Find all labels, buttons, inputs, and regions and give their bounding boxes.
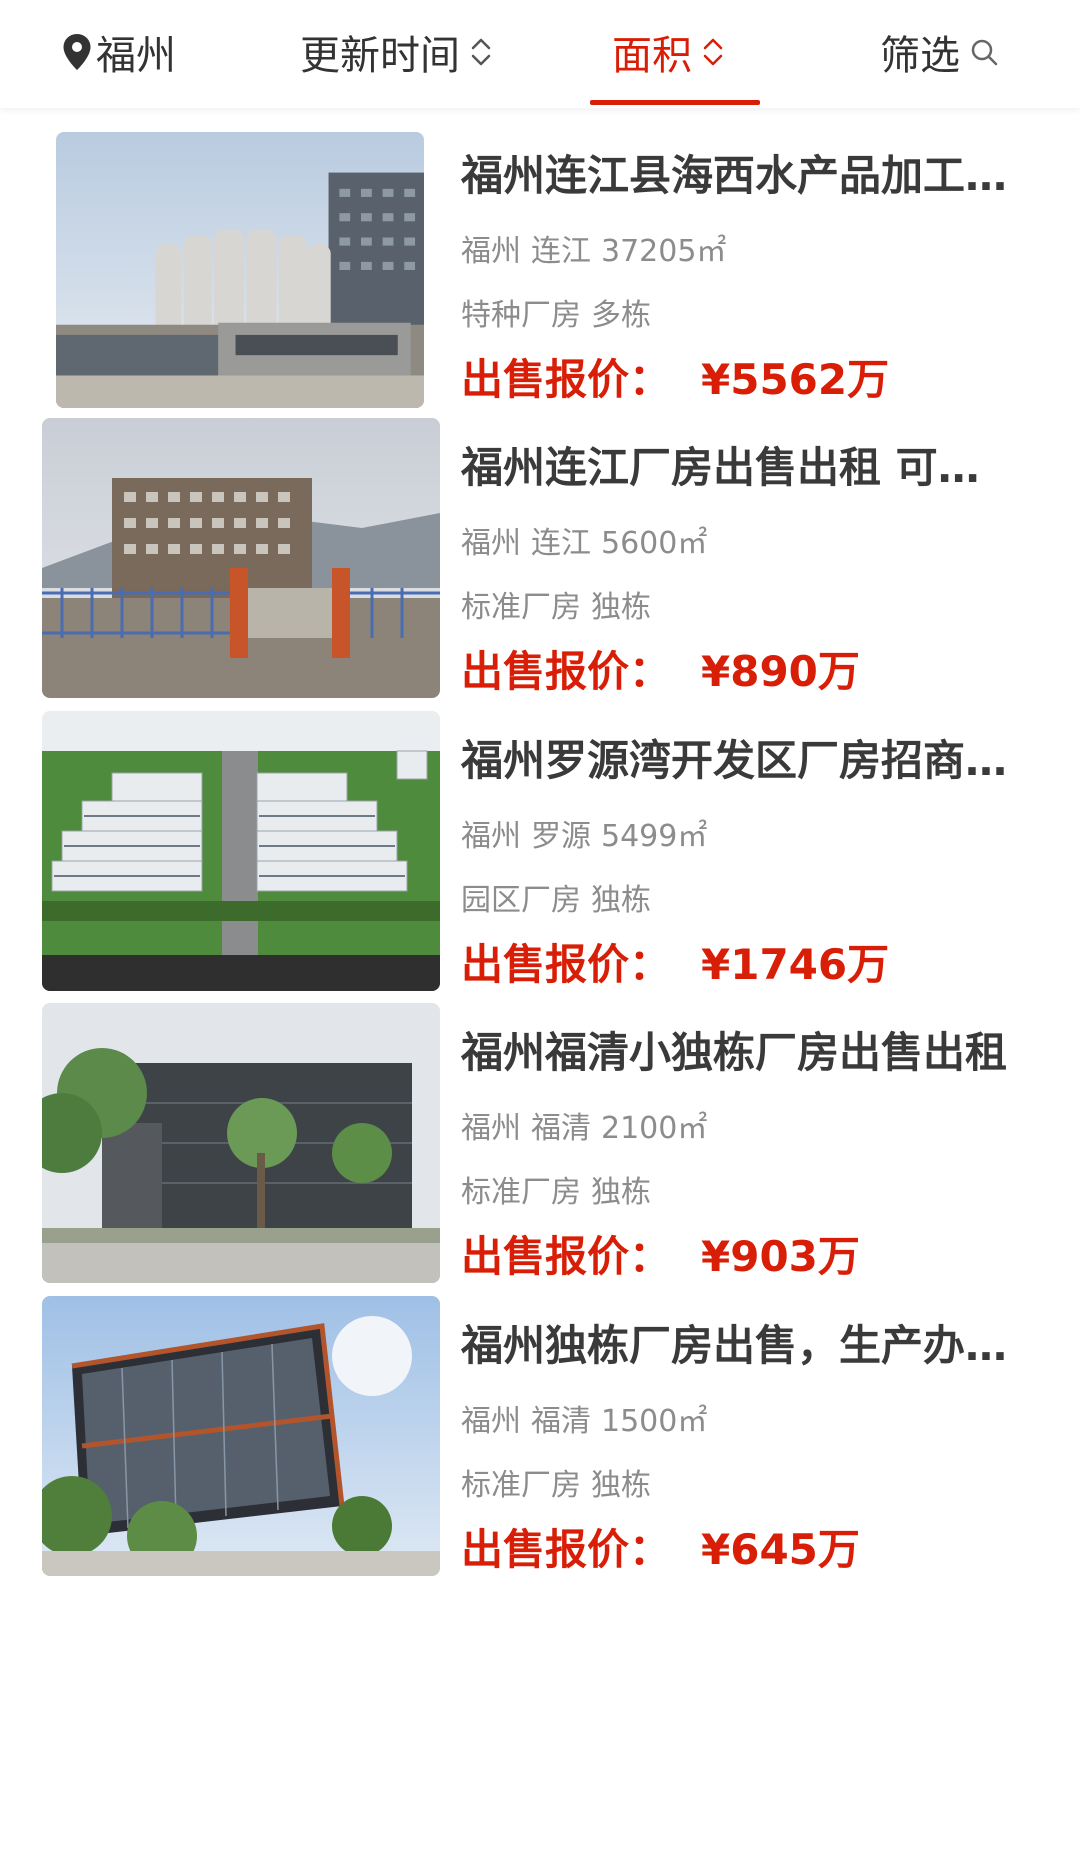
listing-title[interactable]: 福州连江厂房出售出租 可分租: [461, 442, 1021, 494]
listing-building-type: 标准厂房: [461, 590, 581, 625]
listing-area: 5499㎡: [601, 819, 708, 854]
price-amount: ¥903万: [701, 1232, 860, 1281]
filter-label: 筛选: [880, 33, 960, 79]
listing-type: 标准厂房 独栋: [461, 588, 1021, 628]
listing-city: 福州: [461, 1111, 521, 1146]
listing-building-count: 独栋: [591, 1175, 651, 1210]
listing-building-type: 标准厂房: [461, 1468, 581, 1503]
listing-type: 标准厂房 独栋: [461, 1173, 1021, 1213]
listing-building-count: 独栋: [591, 1468, 651, 1503]
listing-building-type: 园区厂房: [461, 883, 581, 918]
listing-card[interactable]: 福州独栋厂房出售，生产办公一体 福州福清 1500㎡ 标准厂房独栋 出售报价： ¥6…: [0, 1278, 1080, 1626]
listing-photo: [56, 132, 424, 408]
listing-photo: [42, 1003, 440, 1283]
price-label: 出售报价：: [461, 940, 672, 989]
listing-building-type: 特种厂房: [461, 298, 581, 333]
sort-by-update-time[interactable]: 更新时间: [300, 0, 492, 104]
filter-bar: 福州 更新时间 面积 筛选: [0, 0, 1080, 108]
listing-building-type: 标准厂房: [461, 1175, 581, 1210]
listing-title[interactable]: 福州罗源湾开发区厂房招商出售: [461, 735, 1021, 787]
listing-location: 福州 罗源 5499㎡: [461, 817, 1021, 857]
listing-type: 特种厂房 多栋: [461, 296, 1021, 336]
listing-location: 福州 连江 5600㎡: [461, 524, 1021, 564]
price-label: 出售报价：: [461, 355, 672, 404]
city-label: 福州: [96, 33, 176, 79]
listing-title[interactable]: 福州独栋厂房出售，生产办公一体: [461, 1320, 1021, 1372]
listing-area: 5600㎡: [601, 526, 708, 561]
sort-area-label: 面积: [612, 33, 692, 79]
listing-district: 连江: [531, 526, 591, 561]
listing-type: 园区厂房 独栋: [461, 881, 1021, 921]
listing-area: 2100㎡: [601, 1111, 708, 1146]
price-label: 出售报价：: [461, 1525, 672, 1574]
price-amount: ¥1746万: [701, 940, 890, 989]
price-amount: ¥5562万: [701, 355, 890, 404]
search-icon: [970, 38, 998, 66]
listing-area: 1500㎡: [601, 1404, 708, 1439]
listing-building-count: 独栋: [591, 590, 651, 625]
listing-district: 罗源: [531, 819, 591, 854]
listing-city: 福州: [461, 234, 521, 269]
location-pin-icon: [62, 33, 92, 71]
listing-price: 出售报价： ¥645万: [461, 1524, 860, 1576]
sort-time-label: 更新时间: [300, 33, 460, 79]
price-amount: ¥890万: [701, 647, 860, 696]
listing-location: 福州 福清 2100㎡: [461, 1109, 1021, 1149]
listing-location: 福州 福清 1500㎡: [461, 1402, 1021, 1442]
sort-by-area[interactable]: 面积: [612, 0, 724, 104]
listing-location: 福州 连江 37205㎡: [461, 232, 1021, 272]
listing-district: 福清: [531, 1111, 591, 1146]
listing-price: 出售报价： ¥5562万: [461, 354, 889, 406]
listing-photo: [42, 418, 440, 698]
listing-type: 标准厂房 独栋: [461, 1466, 1021, 1506]
listing-price: 出售报价： ¥890万: [461, 646, 860, 698]
price-amount: ¥645万: [701, 1525, 860, 1574]
filter-button[interactable]: 筛选: [880, 0, 998, 104]
city-selector[interactable]: 福州: [62, 0, 176, 104]
listing-city: 福州: [461, 526, 521, 561]
listing-title[interactable]: 福州福清小独栋厂房出售出租: [461, 1027, 1021, 1079]
listing-district: 福清: [531, 1404, 591, 1439]
listing-area: 37205㎡: [601, 234, 727, 269]
listing-photo: [42, 711, 440, 991]
listing-building-count: 多栋: [591, 298, 651, 333]
active-tab-indicator: [590, 100, 760, 105]
sort-updown-icon: [470, 35, 492, 69]
sort-updown-icon: [702, 35, 724, 69]
listing-district: 连江: [531, 234, 591, 269]
listing-city: 福州: [461, 1404, 521, 1439]
listing-price: 出售报价： ¥1746万: [461, 939, 889, 991]
listing-photo: [42, 1296, 440, 1576]
listing-title[interactable]: 福州连江县海西水产品加工厂房出售: [461, 150, 1021, 202]
listing-building-count: 独栋: [591, 883, 651, 918]
price-label: 出售报价：: [461, 647, 672, 696]
price-label: 出售报价：: [461, 1232, 672, 1281]
listing-city: 福州: [461, 819, 521, 854]
listing-price: 出售报价： ¥903万: [461, 1231, 860, 1283]
